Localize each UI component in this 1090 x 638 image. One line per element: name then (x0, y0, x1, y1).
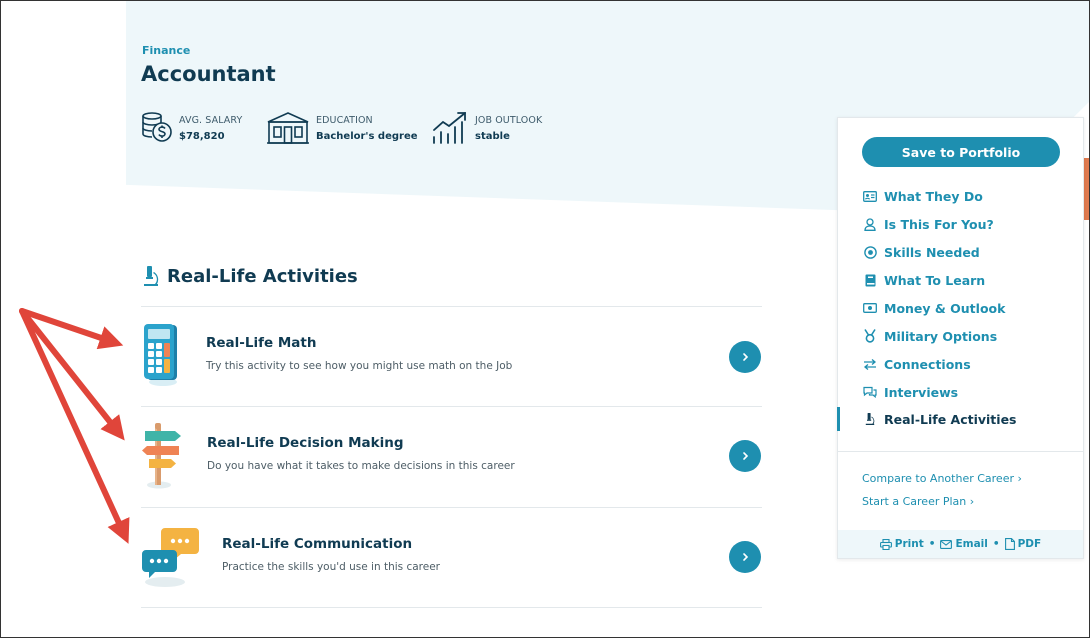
stat-avg-salary: AVG. SALARY $78,820 (141, 110, 242, 150)
pdf-label: PDF (1017, 538, 1042, 550)
section-title: Real-Life Activities (167, 265, 358, 287)
activity-real-life-decision-making[interactable]: Real-Life Decision Making Do you have wh… (141, 407, 762, 507)
stat-job-outlook: JOB OUTLOOK stable (431, 110, 542, 150)
open-activity-button[interactable] (729, 341, 761, 373)
chevron-right-icon (743, 353, 749, 361)
section-heading: Real-Life Activities (141, 265, 358, 287)
sidebar-item-label: Interviews (884, 384, 959, 400)
stat-value: $78,820 (179, 131, 225, 142)
print-label: Print (894, 538, 924, 550)
signpost-icon (142, 423, 181, 489)
banknote-icon (862, 301, 878, 315)
email-label: Email (955, 538, 988, 550)
microscope-icon (862, 412, 878, 426)
stat-value: stable (475, 131, 510, 142)
trend-chart-icon (433, 112, 466, 144)
activity-title[interactable]: Real-Life Decision Making (207, 435, 404, 451)
sidebar-item-money-outlook[interactable]: Money & Outlook (862, 299, 1005, 317)
sidebar-item-label: Money & Outlook (884, 300, 1006, 316)
stat-label: AVG. SALARY (179, 115, 243, 126)
open-activity-button[interactable] (729, 440, 761, 472)
money-stack-icon (142, 112, 172, 142)
annotation-arrow (19, 308, 125, 441)
sidebar-item-military-options[interactable]: Military Options (862, 327, 997, 345)
sidebar-item-label: Is This For You? (884, 216, 994, 232)
activity-title[interactable]: Real-Life Math (206, 335, 316, 351)
activity-description: Do you have what it takes to make decisi… (207, 460, 515, 472)
envelope-icon (940, 539, 953, 549)
share-actions: Print • Email • PDF (838, 530, 1083, 558)
activity-description: Try this activity to see how you might u… (206, 360, 513, 372)
print-button[interactable]: Print (879, 538, 924, 550)
sidebar-item-label: Skills Needed (884, 244, 980, 260)
book-icon (862, 273, 878, 287)
chat-icon (862, 385, 878, 399)
panel-divider (838, 451, 1083, 452)
sidebar-item-what-they-do[interactable]: What They Do (862, 187, 983, 205)
open-activity-button[interactable] (729, 541, 761, 573)
annotation-arrow (19, 308, 130, 544)
stat-value: Bachelor's degree (316, 131, 418, 142)
activity-real-life-math[interactable]: Real-Life Math Try this activity to see … (141, 307, 762, 407)
active-indicator (837, 407, 840, 431)
compare-career-link[interactable]: Compare to Another Career › (862, 472, 1022, 485)
stat-label: JOB OUTLOOK (475, 115, 543, 126)
activity-description: Practice the skills you'd use in this ca… (222, 561, 440, 573)
sidebar-item-label: What They Do (884, 188, 983, 204)
separator: • (928, 538, 936, 550)
sidebar-item-label: Military Options (884, 328, 998, 344)
activity-title[interactable]: Real-Life Communication (222, 536, 412, 552)
pdf-file-icon (1004, 538, 1015, 550)
career-category: Finance (142, 44, 191, 57)
email-button[interactable]: Email (940, 538, 988, 550)
target-icon (862, 245, 878, 259)
printer-icon (879, 538, 892, 550)
divider (141, 607, 762, 608)
id-card-icon (862, 189, 878, 203)
sidebar-item-connections[interactable]: Connections (862, 355, 971, 373)
stat-education: EDUCATION Bachelor's degree (266, 110, 418, 150)
sidebar-item-label: Real-Life Activities (884, 411, 1017, 427)
annotation-arrow (19, 308, 124, 350)
career-sidebar: Save to Portfolio What They Do Is This F… (837, 117, 1084, 559)
page-title: Accountant (141, 62, 276, 86)
person-icon (862, 217, 878, 231)
calculator-icon (144, 324, 177, 386)
sidebar-item-interviews[interactable]: Interviews (862, 383, 958, 401)
sidebar-item-skills-needed[interactable]: Skills Needed (862, 243, 980, 261)
chevron-right-icon (743, 452, 749, 460)
pdf-button[interactable]: PDF (1004, 538, 1042, 550)
stat-label: EDUCATION (316, 115, 373, 126)
sidebar-item-is-this-for-you[interactable]: Is This For You? (862, 215, 994, 233)
swap-arrows-icon (862, 357, 878, 371)
activity-real-life-communication[interactable]: Real-Life Communication Practice the ski… (141, 508, 762, 608)
sidebar-item-label: What To Learn (884, 272, 986, 288)
start-career-plan-link[interactable]: Start a Career Plan › (862, 495, 974, 508)
separator: • (992, 538, 1000, 550)
medal-icon (862, 329, 878, 343)
sidebar-item-label: Connections (884, 356, 971, 372)
chat-bubbles-icon (142, 528, 199, 587)
microscope-icon (144, 266, 159, 286)
save-to-portfolio-button[interactable]: Save to Portfolio (862, 137, 1060, 167)
sidebar-item-real-life-activities[interactable]: Real-Life Activities (862, 410, 1016, 428)
sidebar-item-what-to-learn[interactable]: What To Learn (862, 271, 985, 289)
chevron-right-icon (743, 553, 749, 561)
decorative-strip (1083, 158, 1090, 220)
school-building-icon (267, 112, 309, 144)
